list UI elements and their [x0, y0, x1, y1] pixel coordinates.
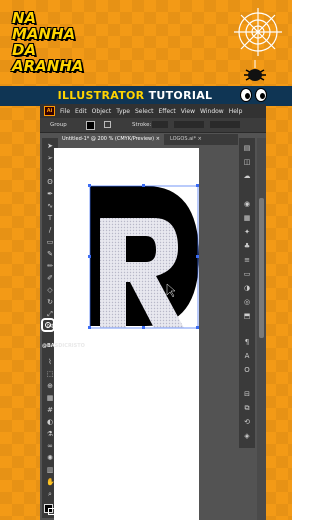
- opentype-panel-icon[interactable]: O: [243, 366, 251, 374]
- symbols-panel-icon[interactable]: ♣: [243, 242, 251, 250]
- scale-tool-icon[interactable]: ⤢: [46, 310, 54, 318]
- menu-type[interactable]: Type: [116, 108, 130, 115]
- mesh-tool-icon[interactable]: #: [46, 406, 54, 414]
- brand-line-2: MANHA: [12, 25, 76, 43]
- tab-logos-close-icon[interactable]: ×: [198, 136, 202, 142]
- banner-title: ILLUSTRATOR TUTORIAL: [0, 89, 270, 102]
- tab-untitled-label: Untitled-1* @ 200 % (CMYK/Preview): [62, 136, 155, 142]
- rotate-tool-icon[interactable]: ↻: [46, 298, 54, 306]
- zoom-tool-icon[interactable]: ⌕: [46, 490, 54, 498]
- pathfinder-panel-icon[interactable]: ⧉: [243, 404, 251, 412]
- appearance-panel-icon[interactable]: ◎: [243, 298, 251, 306]
- stroke-label: Stroke:: [132, 122, 152, 128]
- variable-width-dropdown[interactable]: [174, 121, 204, 128]
- warp-tool-icon[interactable]: ⌇: [46, 358, 54, 366]
- letter-r-artwork[interactable]: [54, 148, 199, 520]
- properties-panel-icon[interactable]: ▤: [243, 144, 251, 152]
- brush-dropdown[interactable]: [210, 121, 240, 128]
- pencil-tool-icon[interactable]: ✏: [46, 262, 54, 270]
- menu-window[interactable]: Window: [200, 108, 224, 115]
- tab-untitled-close-icon[interactable]: ×: [156, 136, 160, 142]
- control-bar: Group Stroke:: [40, 118, 266, 133]
- align-panel-icon[interactable]: ⊟: [243, 390, 251, 398]
- menu-view[interactable]: View: [181, 108, 195, 115]
- docked-panels: ▤ ◫ ☁ ◉ ▦ ✦ ♣ ≡ ▭ ◑ ◎ ⬒ ¶ A O ⊟ ⧉ ⟲ ◈: [239, 138, 255, 448]
- fill-swatch[interactable]: [86, 121, 95, 130]
- selection-tool-icon[interactable]: ➤: [46, 142, 54, 150]
- blend-tool-icon[interactable]: ∞: [46, 442, 54, 450]
- brand-logo: NA MANHA DA ARANHA: [12, 10, 132, 74]
- curvature-tool-icon[interactable]: ∿: [46, 202, 54, 210]
- left-eye: [240, 88, 252, 102]
- shape-builder-tool-icon[interactable]: ⊕: [46, 382, 54, 390]
- pen-tool-icon[interactable]: ✒: [46, 190, 54, 198]
- stroke-panel-icon[interactable]: ≡: [243, 256, 251, 264]
- paragraph-panel-icon[interactable]: ¶: [243, 338, 251, 346]
- transform-panel-icon[interactable]: ⟲: [243, 418, 251, 426]
- eraser-tool-icon[interactable]: ◇: [46, 286, 54, 294]
- menu-help[interactable]: Help: [229, 108, 243, 115]
- hand-tool-icon[interactable]: ✋: [46, 478, 55, 486]
- menu-effect[interactable]: Effect: [159, 108, 176, 115]
- tab-logos-label: LOGOS.ai*: [170, 136, 197, 142]
- gradient-panel-icon[interactable]: ▭: [243, 270, 251, 278]
- menu-bar: Ai File Edit Object Type Select Effect V…: [40, 104, 266, 118]
- spider-icon: [244, 60, 266, 81]
- vertical-scrollbar[interactable]: [257, 138, 266, 520]
- tab-logos[interactable]: LOGOS.ai* ×: [166, 134, 206, 145]
- free-transform-tool-icon[interactable]: ⬚: [46, 370, 54, 378]
- line-tool-icon[interactable]: /: [46, 226, 54, 234]
- brand-line-4: ARANHA: [12, 57, 84, 75]
- perspective-grid-tool-icon[interactable]: ▦: [46, 394, 54, 402]
- social-handle: @BASDICRISTO: [42, 343, 85, 349]
- stroke-weight-field[interactable]: [152, 121, 168, 128]
- eyedropper-tool-icon[interactable]: ⚗: [46, 430, 54, 438]
- magic-wand-tool-icon[interactable]: ✧: [46, 166, 54, 174]
- character-panel-icon[interactable]: A: [243, 352, 251, 360]
- right-eye: [255, 88, 267, 102]
- selection-type-label: Group: [50, 122, 67, 128]
- paintbrush-tool-icon[interactable]: ✎: [46, 250, 54, 258]
- scrollbar-thumb[interactable]: [259, 198, 264, 338]
- graphic-styles-panel-icon[interactable]: ⬒: [243, 312, 251, 320]
- banner-rest: TUTORIAL: [148, 89, 213, 102]
- spider-eyes: [240, 88, 270, 102]
- layers-panel-icon[interactable]: ◫: [243, 158, 251, 166]
- stroke-swatch[interactable]: [104, 121, 111, 128]
- banner-highlight: ILLUSTRATOR: [57, 89, 145, 102]
- rectangle-tool-icon[interactable]: ▭: [46, 238, 54, 246]
- artboards-panel-icon[interactable]: ◈: [243, 432, 251, 440]
- tab-untitled[interactable]: Untitled-1* @ 200 % (CMYK/Preview) ×: [58, 134, 164, 145]
- lasso-tool-icon[interactable]: ʘ: [46, 178, 54, 186]
- menu-object[interactable]: Object: [92, 108, 112, 115]
- color-panel-icon[interactable]: ◉: [243, 200, 251, 208]
- transparency-panel-icon[interactable]: ◑: [243, 284, 251, 292]
- symbol-sprayer-tool-icon[interactable]: ✺: [46, 454, 54, 462]
- graph-tool-icon[interactable]: ▥: [46, 466, 54, 474]
- shaper-tool-icon[interactable]: ✐: [46, 274, 54, 282]
- libraries-panel-icon[interactable]: ☁: [243, 172, 251, 180]
- menu-file[interactable]: File: [60, 108, 70, 115]
- instagram-icon: [41, 318, 55, 332]
- direct-selection-tool-icon[interactable]: ➢: [46, 154, 54, 162]
- brand-line-1: NA: [12, 9, 37, 27]
- brand-line-3: DA: [12, 41, 37, 59]
- menu-select[interactable]: Select: [135, 108, 154, 115]
- gradient-tool-icon[interactable]: ◐: [46, 418, 54, 426]
- menu-edit[interactable]: Edit: [75, 108, 87, 115]
- spider-web-icon: [234, 8, 282, 56]
- brushes-panel-icon[interactable]: ✦: [243, 228, 251, 236]
- app-badge: Ai: [44, 106, 55, 116]
- type-tool-icon[interactable]: T: [46, 214, 54, 222]
- artboard[interactable]: [54, 148, 199, 520]
- swatches-panel-icon[interactable]: ▦: [243, 214, 251, 222]
- document-tabs: Untitled-1* @ 200 % (CMYK/Preview) × LOG…: [58, 134, 238, 145]
